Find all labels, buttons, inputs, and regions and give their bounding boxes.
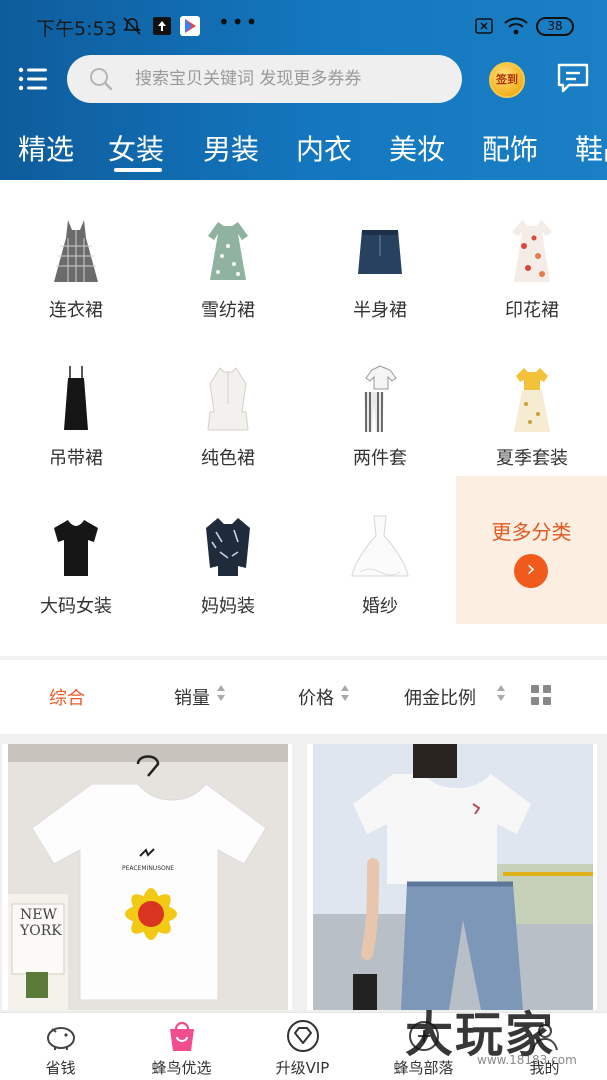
tab-underwear[interactable]: 内衣 [296,128,352,168]
category-label: 半身裙 [353,300,407,321]
status-bar: 下午5:53 ••• 38 [0,0,607,52]
svg-text:PEACEMINUSONE: PEACEMINUSONE [122,865,174,872]
wifi-icon [504,17,528,35]
chevron-right-icon: › [514,554,548,588]
more-notifications-icon: ••• [218,10,260,34]
nav-selection[interactable]: 蜂鸟优选 [121,1013,242,1080]
sort-caret-icon [341,685,349,701]
svg-text:NEW: NEW [20,907,57,923]
search-icon [90,68,113,91]
sort-price[interactable]: 价格 [298,684,334,710]
plaid-dress-icon [54,220,98,282]
tab-mens[interactable]: 男装 [203,128,259,168]
category-item[interactable]: 两件套 [304,328,456,476]
vip-diamond-icon [287,1020,319,1052]
product-card[interactable] [307,744,597,1010]
search-input[interactable] [135,63,445,95]
active-tab-indicator [114,168,162,172]
sort-comprehensive[interactable]: 综合 [49,684,85,710]
category-item[interactable]: 妈妈装 [152,476,304,624]
category-item[interactable]: 连衣裙 [0,180,152,328]
watermark: 大玩家 www.18183.com [405,995,595,1075]
signin-button[interactable]: 签到 [489,62,525,98]
product-image-tshirt-jeans [313,744,593,1010]
category-label: 吊带裙 [49,448,103,469]
category-tabs: 精选 女装 男装 内衣 美妆 配饰 鞋品 [0,122,607,180]
shopping-bag-icon [170,1021,194,1051]
tab-accessories[interactable]: 配饰 [482,128,538,168]
category-item[interactable]: 婚纱 [304,476,456,624]
category-item[interactable]: 雪纺裙 [152,180,304,328]
tab-shoes[interactable]: 鞋品 [575,128,607,168]
product-card[interactable]: PEACEMINUSONE NEW YORK [2,744,292,1010]
nav-label: 省钱 [45,1059,76,1077]
nav-label: 蜂鸟优选 [151,1059,212,1077]
category-item[interactable]: 夏季套装 [456,328,607,476]
slip-dress-icon [64,366,88,430]
sort-caret-icon [497,685,505,701]
svg-text:YORK: YORK [19,923,62,939]
print-blouse-icon [206,518,250,576]
watermark-url: www.18183.com [477,1053,577,1067]
white-dress-icon [207,367,249,431]
sim-off-icon [475,18,493,34]
category-label: 纯色裙 [201,448,255,469]
category-label: 印花裙 [505,300,559,321]
category-item[interactable]: 半身裙 [304,180,456,328]
upload-icon [153,17,171,35]
category-label: 妈妈装 [201,596,255,617]
category-label: 大码女装 [40,596,112,617]
category-label: 两件套 [353,448,407,469]
status-time: 下午5:53 [36,18,117,40]
play-store-icon [180,16,200,36]
category-label: 雪纺裙 [201,300,255,321]
two-piece-icon [364,365,397,432]
tab-featured[interactable]: 精选 [18,128,74,168]
category-item[interactable]: 印花裙 [456,180,607,328]
product-image-sunflower-tshirt: PEACEMINUSONE NEW YORK [8,744,288,1010]
category-item[interactable]: 纯色裙 [152,328,304,476]
sort-commission[interactable]: 佣金比例 [404,684,476,710]
black-tshirt-icon [54,520,98,576]
nav-upgrade-vip[interactable]: 升级VIP [242,1013,363,1080]
tab-womens[interactable]: 女装 [108,128,164,168]
subcategory-grid: 连衣裙 雪纺裙 半身裙 印花裙 吊带裙 纯色裙 两件套 夏季套装 大码女装 妈妈… [0,180,607,656]
denim-skirt-icon [358,230,402,274]
wedding-dress-icon [351,515,409,577]
more-categories-button[interactable]: 更多分类 › [456,476,607,624]
category-label: 婚纱 [362,596,398,617]
sort-bar: 综合 销量 价格 佣金比例 [0,660,607,734]
category-label: 夏季套装 [496,448,568,469]
nav-save-money[interactable]: 省钱 [0,1013,121,1080]
more-categories-label: 更多分类 [491,520,572,544]
category-label: 连衣裙 [49,300,103,321]
search-bar[interactable] [67,55,462,103]
floral-dress-icon [208,222,248,280]
piggy-bank-icon [47,1027,75,1050]
nav-label: 升级VIP [275,1059,330,1077]
tab-beauty[interactable]: 美妆 [389,128,445,168]
menu-icon[interactable] [18,66,48,92]
bell-off-icon [123,17,141,35]
print-dress-icon [512,220,552,282]
sort-caret-icon [217,685,225,701]
grid-view-icon[interactable] [530,684,552,706]
message-icon[interactable] [555,60,591,96]
battery-indicator: 38 [536,17,574,36]
category-item[interactable]: 吊带裙 [0,328,152,476]
sort-sales[interactable]: 销量 [174,684,210,710]
summer-set-icon [514,368,550,432]
category-item[interactable]: 大码女装 [0,476,152,624]
